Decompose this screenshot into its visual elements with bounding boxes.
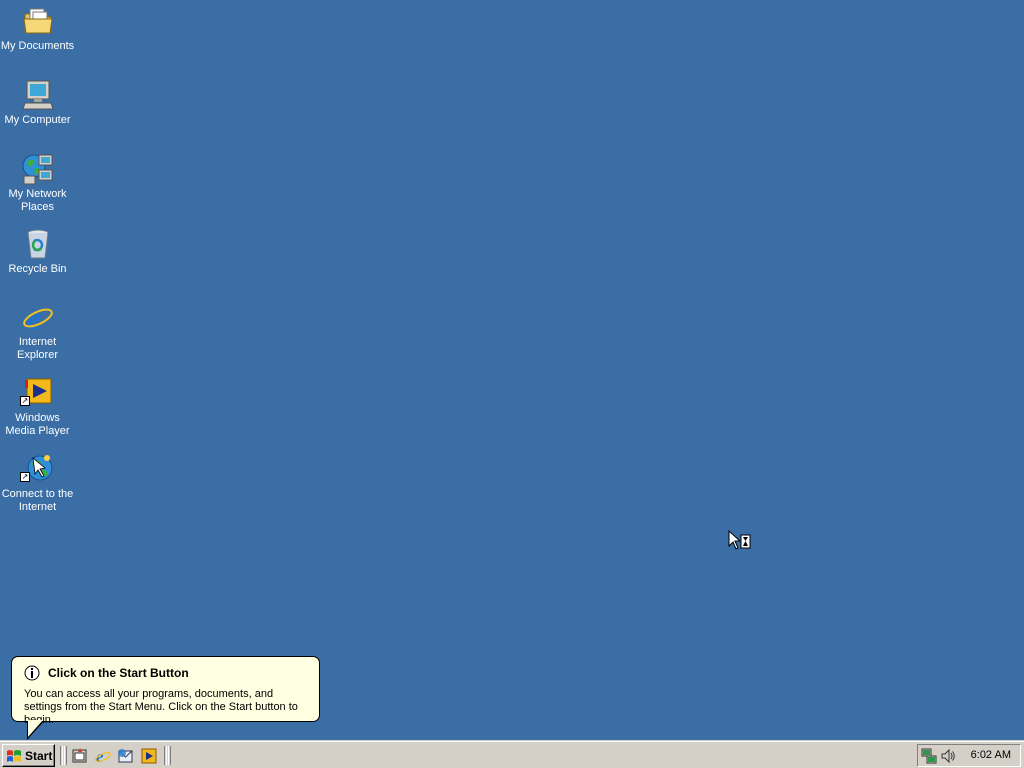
desktop-icon-my-documents[interactable]: My Documents (0, 4, 75, 53)
desktop-icon-label: My Documents (0, 40, 75, 52)
desktop-icon-label: My Network Places (8, 188, 67, 213)
internet-explorer-quicklaunch-icon[interactable]: e (94, 747, 112, 765)
balloon-tooltip[interactable]: Click on the Start Button You can access… (11, 656, 320, 726)
windows-logo-icon (7, 749, 21, 762)
balloon-body: You can access all your programs, docume… (24, 688, 298, 726)
media-player-quicklaunch-icon[interactable] (140, 747, 158, 765)
busy-cursor-icon (728, 530, 751, 550)
info-icon (24, 665, 40, 681)
taskbar-separator (164, 746, 167, 765)
toolbar-grip[interactable] (168, 746, 171, 765)
toolbar-grip[interactable] (64, 746, 67, 765)
balloon-tail-fill (28, 720, 43, 737)
desktop-icon-my-network-places[interactable]: My Network Places (0, 152, 75, 214)
taskbar-separator (60, 746, 63, 765)
desktop-icon-windows-media-player[interactable]: ↗ Windows Media Player (0, 376, 75, 438)
internet-explorer-icon: e (22, 300, 53, 334)
desktop-icon-label: Connect to the Internet (1, 488, 74, 513)
computer-icon (21, 80, 54, 110)
show-desktop-icon[interactable] (71, 747, 89, 765)
desktop-icon-label: Recycle Bin (8, 263, 67, 275)
desktop-icon-internet-explorer[interactable]: e Internet Explorer (0, 300, 75, 362)
network-places-icon (22, 154, 52, 185)
desktop-icon-my-computer[interactable]: My Computer (0, 78, 75, 127)
desktop-icon-label: Internet Explorer (17, 336, 58, 361)
volume-icon[interactable] (940, 748, 956, 764)
desktop-icon-connect-to-internet[interactable]: ↗ Connect to the Internet (0, 452, 75, 514)
desktop-icon-label: My Computer (4, 114, 71, 126)
balloon-title: Click on the Start Button (48, 666, 189, 680)
taskbar: Start e 6:02 AM (0, 740, 1024, 768)
outlook-express-icon[interactable] (116, 747, 134, 765)
svg-text:e: e (96, 747, 104, 765)
start-button[interactable]: Start (2, 744, 55, 767)
desktop[interactable]: My Documents My Computer My Network Plac… (0, 0, 1024, 740)
network-status-icon[interactable] (921, 748, 937, 764)
desktop-icon-label: Windows Media Player (5, 412, 70, 437)
desktop-icon-recycle-bin[interactable]: Recycle Bin (0, 227, 75, 276)
start-label: Start (25, 748, 53, 763)
folder-documents-icon (22, 8, 53, 34)
system-tray: 6:02 AM (917, 744, 1021, 767)
shortcut-arrow-icon: ↗ (20, 472, 30, 482)
recycle-bin-icon (27, 229, 48, 259)
clock[interactable]: 6:02 AM (971, 749, 1011, 761)
shortcut-arrow-icon: ↗ (20, 396, 30, 406)
